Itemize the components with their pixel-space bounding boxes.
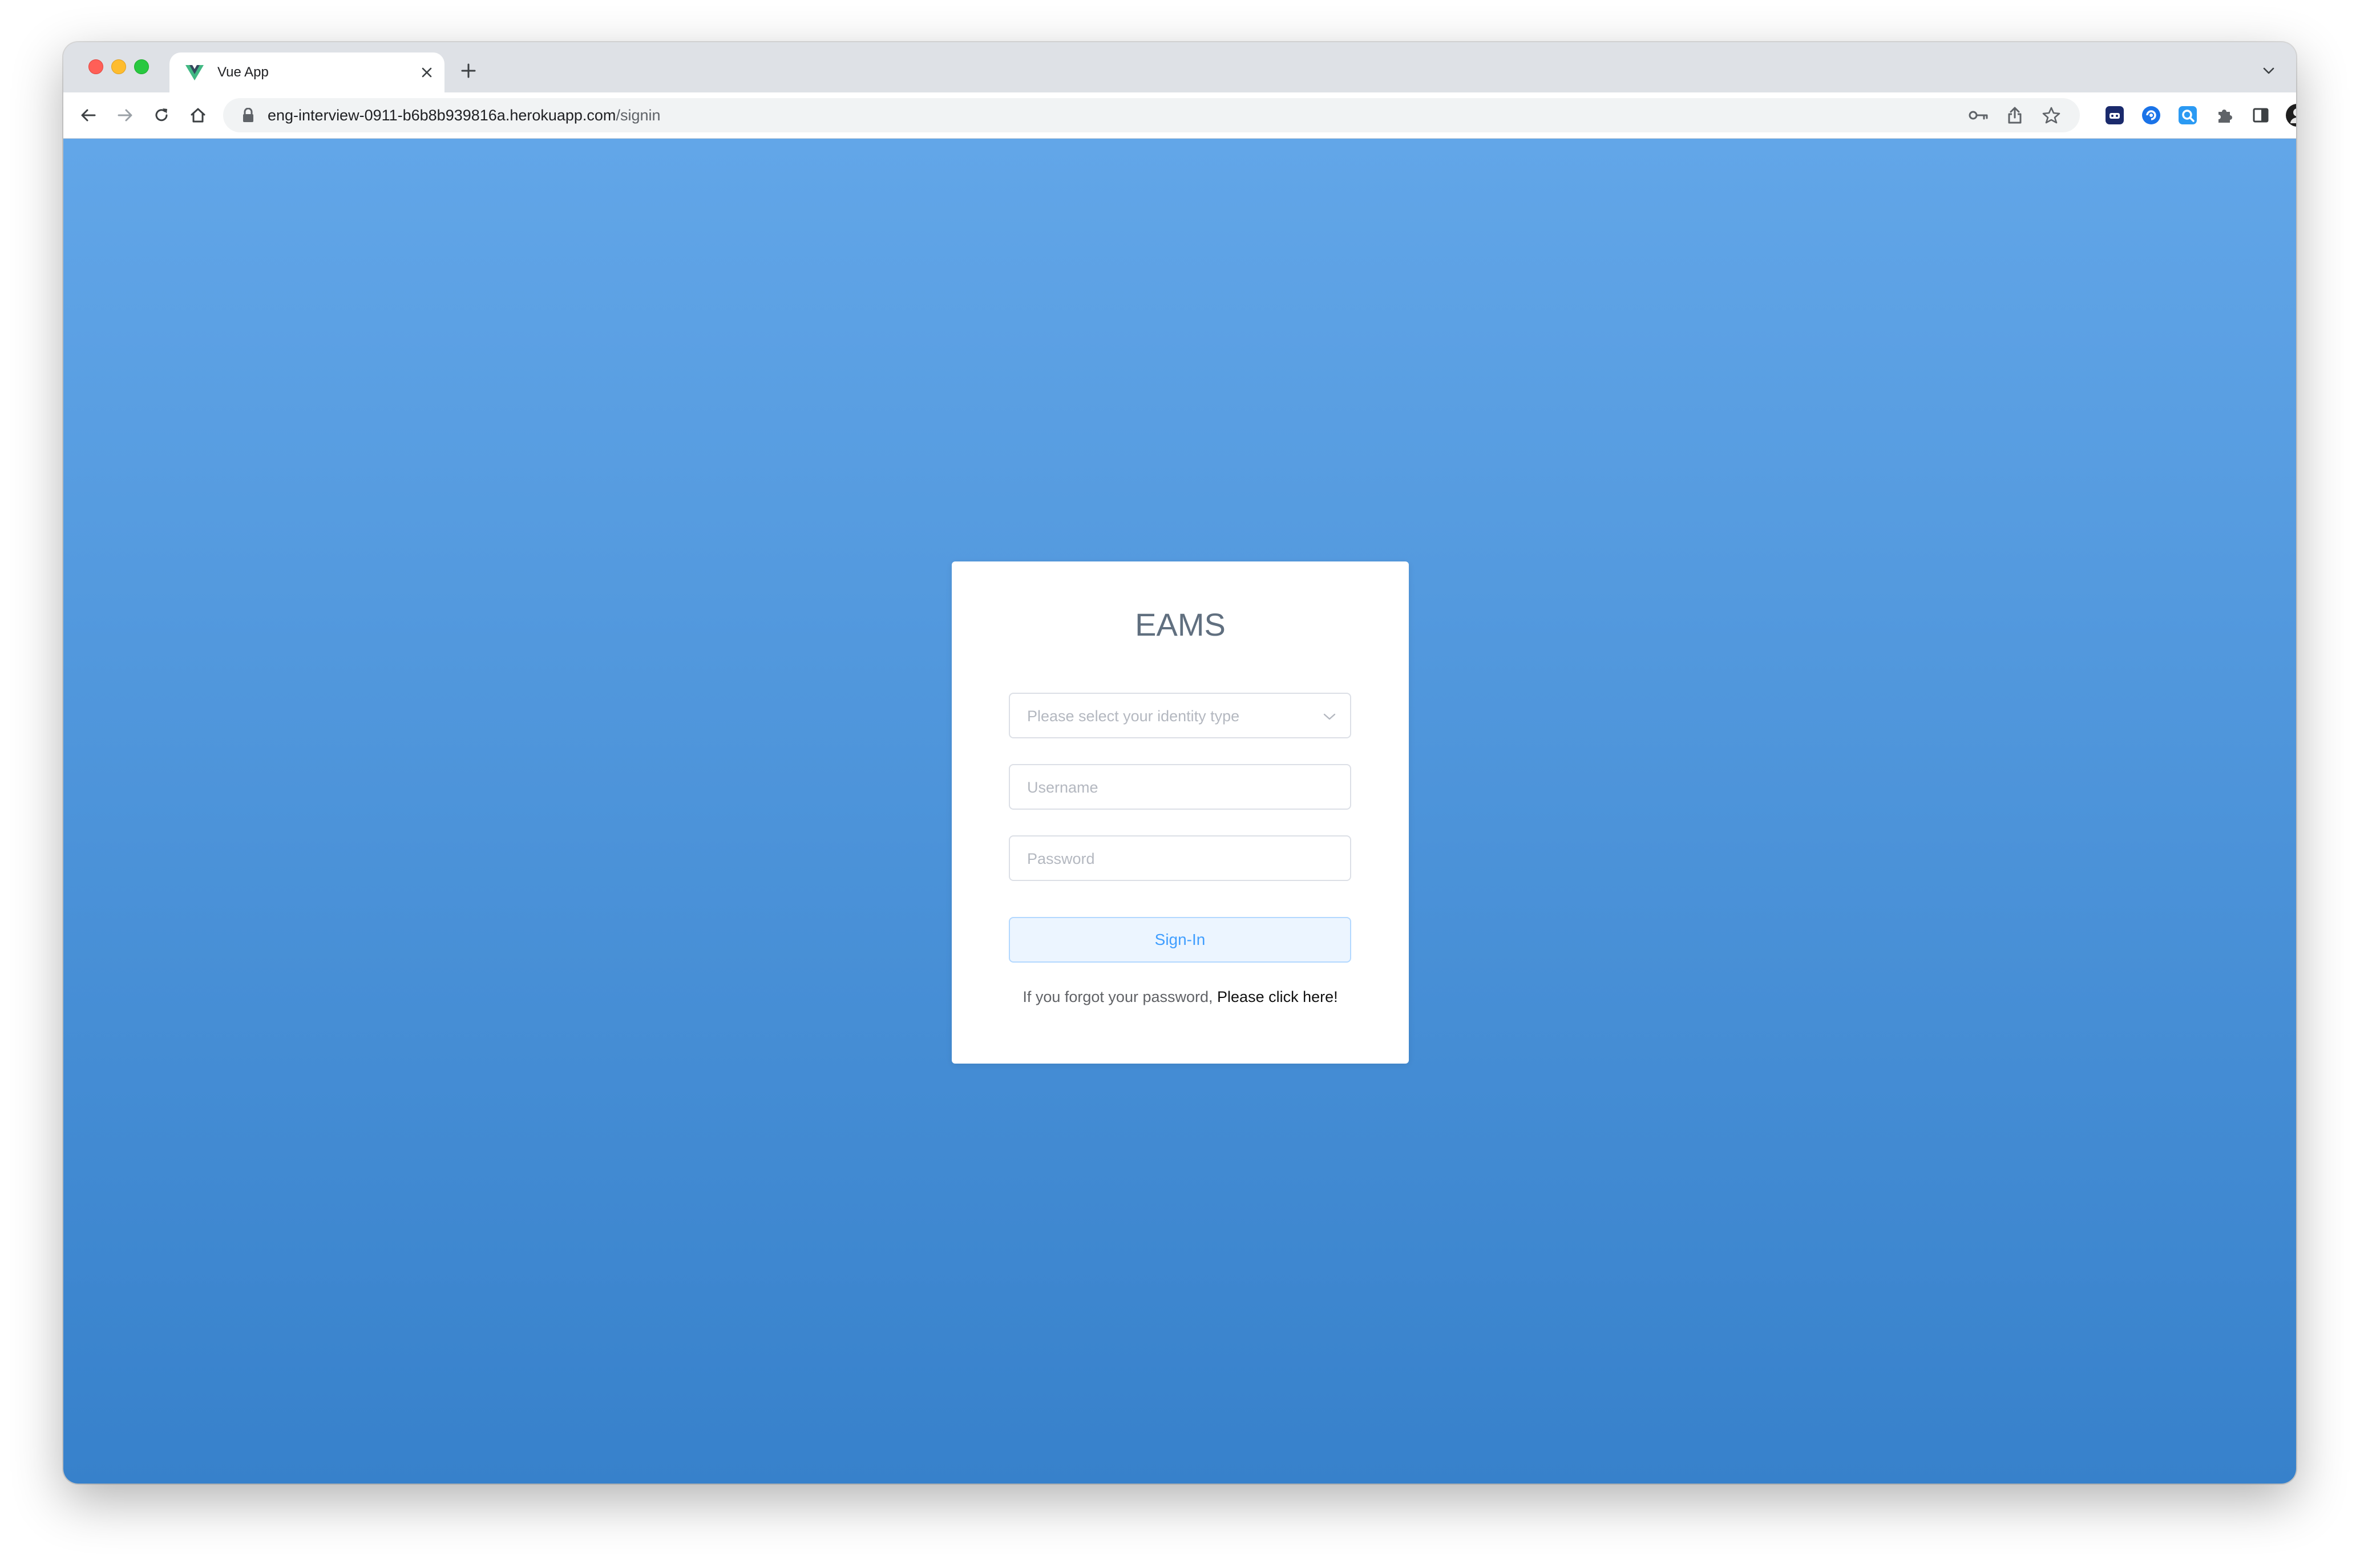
chevron-down-icon[interactable] [2258, 60, 2279, 81]
forgot-password-link[interactable]: Please click here! [1217, 988, 1338, 1005]
share-icon[interactable] [2002, 103, 2027, 128]
vue-logo-icon [185, 65, 204, 80]
tab-active[interactable]: Vue App [169, 52, 444, 92]
extension-dark-icon[interactable] [2101, 102, 2128, 129]
tab-close-icon[interactable] [417, 63, 437, 82]
extension-blue-circle-icon[interactable] [2137, 102, 2165, 129]
address-bar[interactable]: eng-interview-0911-b6b8b939816a.herokuap… [223, 98, 2080, 132]
back-icon[interactable] [72, 99, 104, 131]
page-title: EAMS [1135, 607, 1226, 642]
sign-in-button[interactable]: Sign-In [1009, 917, 1351, 963]
tab-title: Vue App [217, 64, 269, 80]
password-placeholder: Password [1027, 850, 1095, 867]
browser-window: Vue App eng-interview-0911-b6b8b939816a.… [63, 42, 2296, 1484]
close-window-button[interactable] [88, 59, 103, 74]
username-placeholder: Username [1027, 779, 1098, 796]
key-icon[interactable] [1966, 103, 1991, 128]
identity-type-placeholder: Please select your identity type [1027, 708, 1240, 725]
tab-strip: Vue App [63, 42, 2296, 92]
page-background: EAMS Please select your identity type Us… [63, 139, 2296, 1484]
identity-type-select[interactable]: Please select your identity type [1009, 693, 1351, 738]
password-input[interactable]: Password [1009, 835, 1351, 881]
new-tab-icon[interactable] [457, 59, 480, 82]
minimize-window-button[interactable] [111, 59, 126, 74]
home-icon[interactable] [182, 99, 214, 131]
puzzle-icon[interactable] [2211, 102, 2238, 129]
side-panel-icon[interactable] [2247, 102, 2274, 129]
username-input[interactable]: Username [1009, 764, 1351, 810]
chevron-down-icon [1322, 709, 1337, 725]
url-path: /signin [616, 107, 661, 124]
browser-toolbar: eng-interview-0911-b6b8b939816a.herokuap… [63, 92, 2296, 139]
reload-icon[interactable] [146, 99, 177, 131]
login-card: EAMS Please select your identity type Us… [952, 561, 1409, 1064]
url-host: eng-interview-0911-b6b8b939816a.herokuap… [268, 107, 616, 124]
forward-icon[interactable] [109, 99, 141, 131]
profile-avatar-icon[interactable] [2284, 102, 2296, 129]
bookmark-star-icon[interactable] [2039, 103, 2064, 128]
extension-blue-square-icon[interactable] [2174, 102, 2201, 129]
lock-icon[interactable] [240, 107, 256, 123]
forgot-password-prompt: If you forgot your password, [1023, 988, 1213, 1005]
forgot-password-text: If you forgot your password, Please clic… [952, 987, 1409, 1007]
url-text[interactable]: eng-interview-0911-b6b8b939816a.herokuap… [268, 106, 660, 125]
zoom-window-button[interactable] [134, 59, 149, 74]
